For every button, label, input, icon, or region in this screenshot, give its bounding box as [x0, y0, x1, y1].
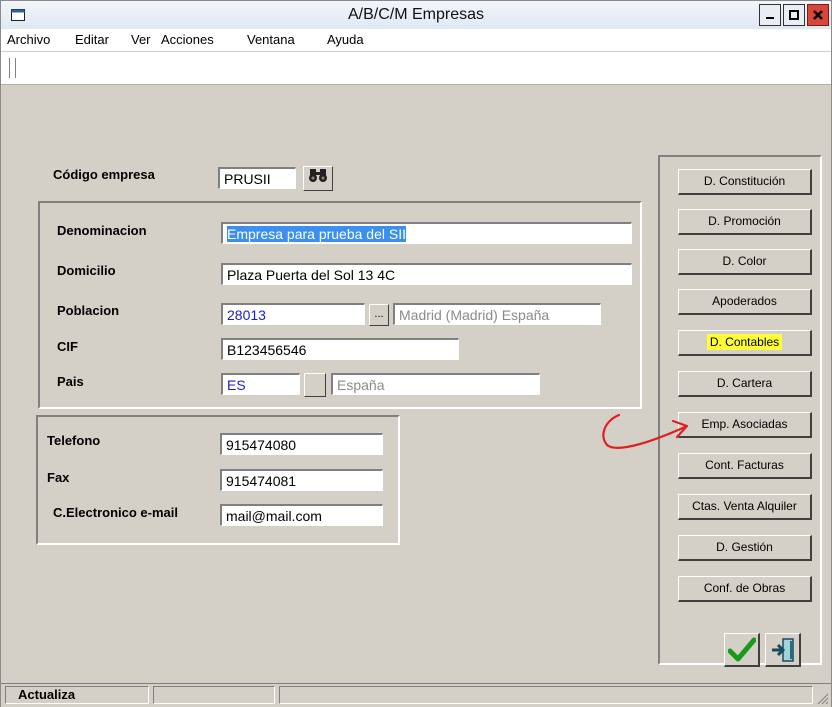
ctas-venta-alquiler-button[interactable]: Ctas. Venta Alquiler [678, 494, 812, 520]
domicilio-input[interactable]: Plaza Puerta del Sol 13 4C [221, 263, 632, 285]
d-cartera-button[interactable]: D. Cartera [678, 371, 812, 397]
d-gestion-button[interactable]: D. Gestión [678, 535, 812, 561]
telefono-label: Telefono [47, 433, 101, 448]
poblacion-label: Poblacion [57, 303, 120, 318]
menu-ayuda[interactable]: Ayuda [327, 32, 364, 47]
menu-acciones[interactable]: Acciones [161, 32, 214, 47]
pais-lookup-button[interactable] [304, 373, 326, 397]
emp-asociadas-button[interactable]: Emp. Asociadas [678, 412, 812, 438]
domicilio-label: Domicilio [57, 263, 116, 278]
menu-ventana[interactable]: Ventana [247, 32, 295, 47]
checkmark-icon [727, 637, 756, 661]
maximize-icon [789, 10, 799, 20]
annotation-arrow-icon [602, 413, 689, 449]
minimize-button[interactable] [759, 4, 781, 26]
email-label: C.Electronico e-mail [53, 505, 178, 520]
side-button-panel: D. Constitución D. Promoción D. Color Ap… [658, 155, 822, 665]
cont-facturas-button[interactable]: Cont. Facturas [678, 453, 812, 479]
window-title: A/B/C/M Empresas [347, 6, 485, 23]
app-window: A/B/C/M Empresas Archivo Editar Ver Acci… [0, 0, 832, 707]
close-button[interactable] [807, 4, 829, 26]
status-pane-3 [279, 686, 813, 704]
fax-input[interactable]: 915474081 [220, 469, 383, 491]
denominacion-value: Empresa para prueba del SII [227, 226, 406, 242]
accept-button[interactable] [724, 633, 760, 667]
menu-bar: Archivo Editar Ver Acciones Ventana Ayud… [1, 29, 831, 52]
toolbar-grip-2[interactable] [15, 58, 19, 78]
pais-name-field: España [331, 373, 540, 395]
d-contables-button[interactable]: D. Contables [678, 330, 812, 356]
conf-obras-button[interactable]: Conf. de Obras [678, 576, 812, 602]
exit-button[interactable] [765, 633, 801, 667]
fax-label: Fax [47, 470, 70, 485]
d-color-button[interactable]: D. Color [678, 249, 812, 275]
minimize-icon [766, 17, 774, 19]
close-icon [813, 10, 823, 20]
denominacion-input[interactable]: Empresa para prueba del SII [221, 222, 632, 244]
status-pane-mode: Actualiza [5, 686, 149, 704]
poblacion-code-input[interactable]: 28013 [221, 303, 365, 325]
codigo-label: Código empresa [53, 167, 155, 182]
status-pane-2 [153, 686, 275, 704]
telefono-input[interactable]: 915474080 [220, 433, 383, 455]
menu-ver[interactable]: Ver [131, 32, 151, 47]
menu-archivo[interactable]: Archivo [7, 32, 50, 47]
title-bar: A/B/C/M Empresas [1, 1, 831, 30]
toolbar [1, 52, 831, 85]
codigo-input[interactable]: PRUSII [218, 167, 296, 189]
search-codigo-button[interactable] [303, 166, 333, 191]
exit-door-icon [771, 637, 794, 662]
apoderados-button[interactable]: Apoderados [678, 289, 812, 315]
pais-label: Pais [57, 374, 84, 389]
pais-code-input[interactable]: ES [221, 373, 300, 395]
cif-label: CIF [57, 339, 78, 354]
maximize-button[interactable] [783, 4, 805, 26]
toolbar-grip[interactable] [9, 58, 13, 78]
resize-grip-icon[interactable] [815, 691, 829, 705]
email-input[interactable]: mail@mail.com [220, 504, 383, 526]
cif-input[interactable]: B123456546 [221, 338, 459, 360]
d-contables-label: D. Contables [706, 334, 783, 350]
denominacion-label: Denominacion [57, 223, 147, 238]
poblacion-lookup-button[interactable]: ... [369, 304, 389, 326]
poblacion-name-field: Madrid (Madrid) España [393, 303, 601, 325]
d-promocion-button[interactable]: D. Promoción [678, 209, 812, 235]
binoculars-icon [309, 169, 327, 182]
client-area: Código empresa PRUSII Denominacion Empre… [1, 85, 831, 683]
menu-editar[interactable]: Editar [75, 32, 109, 47]
d-constitucion-button[interactable]: D. Constitución [678, 169, 812, 195]
status-bar: Actualiza [1, 683, 831, 707]
